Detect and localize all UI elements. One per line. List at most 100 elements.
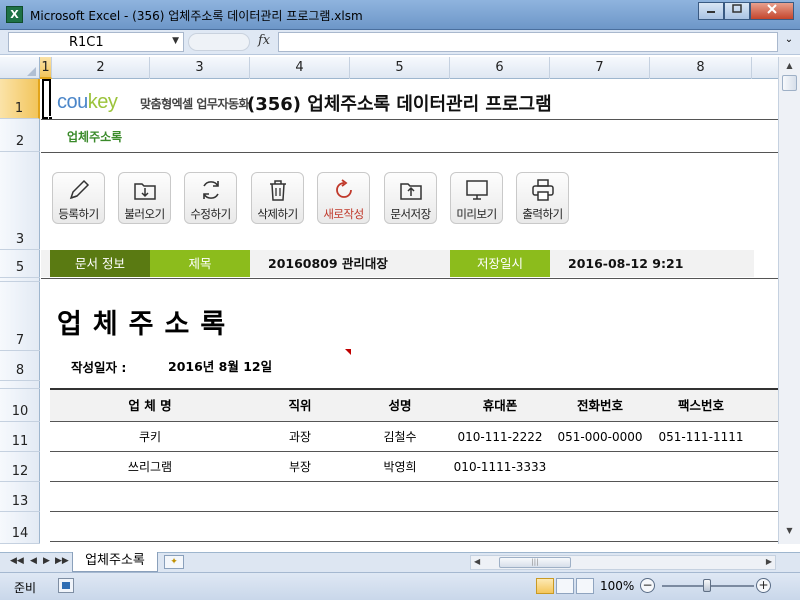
table-row[interactable]: 쿠키 과장 김철수 010-111-2222 051-000-0000 051-… <box>50 422 778 452</box>
first-sheet-icon[interactable]: ◀◀ <box>10 556 24 566</box>
load-button[interactable]: 불러오기 <box>118 172 171 224</box>
fax-cell[interactable] <box>650 452 752 482</box>
company-cell[interactable] <box>50 512 250 542</box>
row-header[interactable]: 11 <box>0 422 40 452</box>
selected-cell[interactable] <box>42 79 51 119</box>
company-cell[interactable]: 쓰리그램 <box>50 452 250 482</box>
worksheet-grid[interactable]: coukey 맞춤형엑셀 업무자동화 (356) 업체주소록 데이터관리 프로그… <box>41 79 778 544</box>
position-cell[interactable]: 부장 <box>250 452 350 482</box>
mobile-cell[interactable] <box>450 482 550 512</box>
row-header[interactable]: 2 <box>0 119 40 152</box>
name-cell[interactable]: 박영희 <box>350 452 450 482</box>
date-label: 작성일자 : <box>71 360 127 375</box>
print-button[interactable]: 출력하기 <box>516 172 569 224</box>
prev-sheet-icon[interactable]: ◀ <box>30 556 37 566</box>
mobile-cell[interactable]: 010-1111-3333 <box>450 452 550 482</box>
save-document-button[interactable]: 문서저장 <box>384 172 437 224</box>
column-header[interactable]: 5 <box>350 57 450 79</box>
row-header[interactable]: 7 <box>0 282 40 351</box>
title-value[interactable]: 20160809 관리대장 <box>268 250 438 277</box>
page-layout-view-button[interactable] <box>556 578 574 594</box>
column-header[interactable]: 2 <box>52 57 150 79</box>
row-header[interactable]: 12 <box>0 452 40 482</box>
column-headers: 1 2 3 4 5 6 7 8 <box>0 57 778 79</box>
vertical-scroll-thumb[interactable] <box>782 75 797 91</box>
fax-cell[interactable] <box>650 512 752 542</box>
column-header[interactable]: 7 <box>550 57 650 79</box>
select-all-button[interactable] <box>0 57 40 79</box>
maximize-button[interactable] <box>724 2 750 20</box>
row-header[interactable]: 5 <box>0 250 40 278</box>
preview-button[interactable]: 미리보기 <box>450 172 503 224</box>
sheet-tab-active[interactable]: 업체주소록 <box>72 552 158 572</box>
table-row[interactable] <box>50 512 778 542</box>
fax-cell[interactable]: 051-111-1111 <box>650 422 752 452</box>
row-header[interactable]: 13 <box>0 482 40 512</box>
chevron-down-icon[interactable]: ▼ <box>172 36 179 46</box>
company-cell[interactable] <box>50 482 250 512</box>
table-row[interactable]: 쓰리그램 부장 박영희 010-1111-3333 <box>50 452 778 482</box>
macro-record-icon[interactable] <box>58 578 74 593</box>
excel-app-icon[interactable]: X <box>6 6 23 23</box>
position-cell[interactable] <box>250 512 350 542</box>
expand-formula-icon[interactable]: ⌄ <box>782 34 796 50</box>
row-header[interactable]: 8 <box>0 351 40 381</box>
scroll-down-icon[interactable]: ▼ <box>783 526 796 540</box>
saved-at-value[interactable]: 2016-08-12 9:21 <box>568 250 748 277</box>
zoom-slider-knob[interactable] <box>703 579 711 592</box>
column-header[interactable]: 4 <box>250 57 350 79</box>
folder-download-icon <box>134 183 156 200</box>
register-button[interactable]: 등록하기 <box>52 172 105 224</box>
name-box-value: R1C1 <box>69 35 104 50</box>
horizontal-scroll-thumb[interactable]: ||| <box>499 557 571 568</box>
column-header[interactable]: 8 <box>650 57 752 79</box>
vertical-scrollbar[interactable]: ▲ ▼ <box>778 57 800 544</box>
column-header[interactable]: 6 <box>450 57 550 79</box>
edit-button[interactable]: 수정하기 <box>184 172 237 224</box>
position-cell[interactable] <box>250 482 350 512</box>
name-cell[interactable]: 김철수 <box>350 422 450 452</box>
phone-cell[interactable] <box>550 482 650 512</box>
date-value[interactable]: 2016년 8월 12일 <box>168 356 272 375</box>
name-cell[interactable] <box>350 512 450 542</box>
table-row[interactable] <box>50 482 778 512</box>
normal-view-button[interactable] <box>536 578 554 594</box>
mobile-cell[interactable] <box>450 512 550 542</box>
mobile-cell[interactable]: 010-111-2222 <box>450 422 550 452</box>
position-cell[interactable]: 과장 <box>250 422 350 452</box>
column-header-company: 업 체 명 <box>128 398 172 413</box>
new-document-button[interactable]: 새로작성 <box>317 172 370 224</box>
fax-cell[interactable] <box>650 482 752 512</box>
row-header[interactable]: 14 <box>0 512 40 544</box>
delete-button[interactable]: 삭제하기 <box>251 172 304 224</box>
close-button[interactable] <box>750 2 794 20</box>
row-header[interactable]: 3 <box>0 152 40 250</box>
scroll-up-icon[interactable]: ▲ <box>783 61 796 75</box>
comment-indicator-icon[interactable] <box>345 349 351 355</box>
formula-input[interactable] <box>278 32 778 52</box>
minimize-button[interactable] <box>698 2 724 20</box>
scroll-left-icon[interactable]: ◀ <box>474 557 480 566</box>
last-sheet-icon[interactable]: ▶▶ <box>55 556 69 566</box>
name-box[interactable]: R1C1 ▼ <box>8 32 184 52</box>
insert-function-button[interactable]: fx <box>258 33 270 48</box>
horizontal-scrollbar[interactable]: ◀ ||| ▶ <box>470 555 776 570</box>
row-header-hidden[interactable] <box>0 381 40 389</box>
name-cell[interactable] <box>350 482 450 512</box>
zoom-in-icon[interactable]: + <box>756 578 771 593</box>
company-cell[interactable]: 쿠키 <box>50 422 250 452</box>
phone-cell[interactable]: 051-000-0000 <box>550 422 650 452</box>
phone-cell[interactable] <box>550 512 650 542</box>
page-break-view-button[interactable] <box>576 578 594 594</box>
row-header[interactable]: 1 <box>0 79 40 119</box>
row-header[interactable]: 10 <box>0 389 40 422</box>
column-header[interactable]: 1 <box>40 57 52 79</box>
zoom-level[interactable]: 100% <box>600 579 634 593</box>
scroll-right-icon[interactable]: ▶ <box>766 557 772 566</box>
phone-cell[interactable] <box>550 452 650 482</box>
insert-sheet-icon[interactable]: ✦ <box>164 555 184 569</box>
zoom-out-icon[interactable]: − <box>640 578 655 593</box>
column-header[interactable]: 3 <box>150 57 250 79</box>
button-label: 수정하기 <box>190 207 231 221</box>
next-sheet-icon[interactable]: ▶ <box>43 556 50 566</box>
